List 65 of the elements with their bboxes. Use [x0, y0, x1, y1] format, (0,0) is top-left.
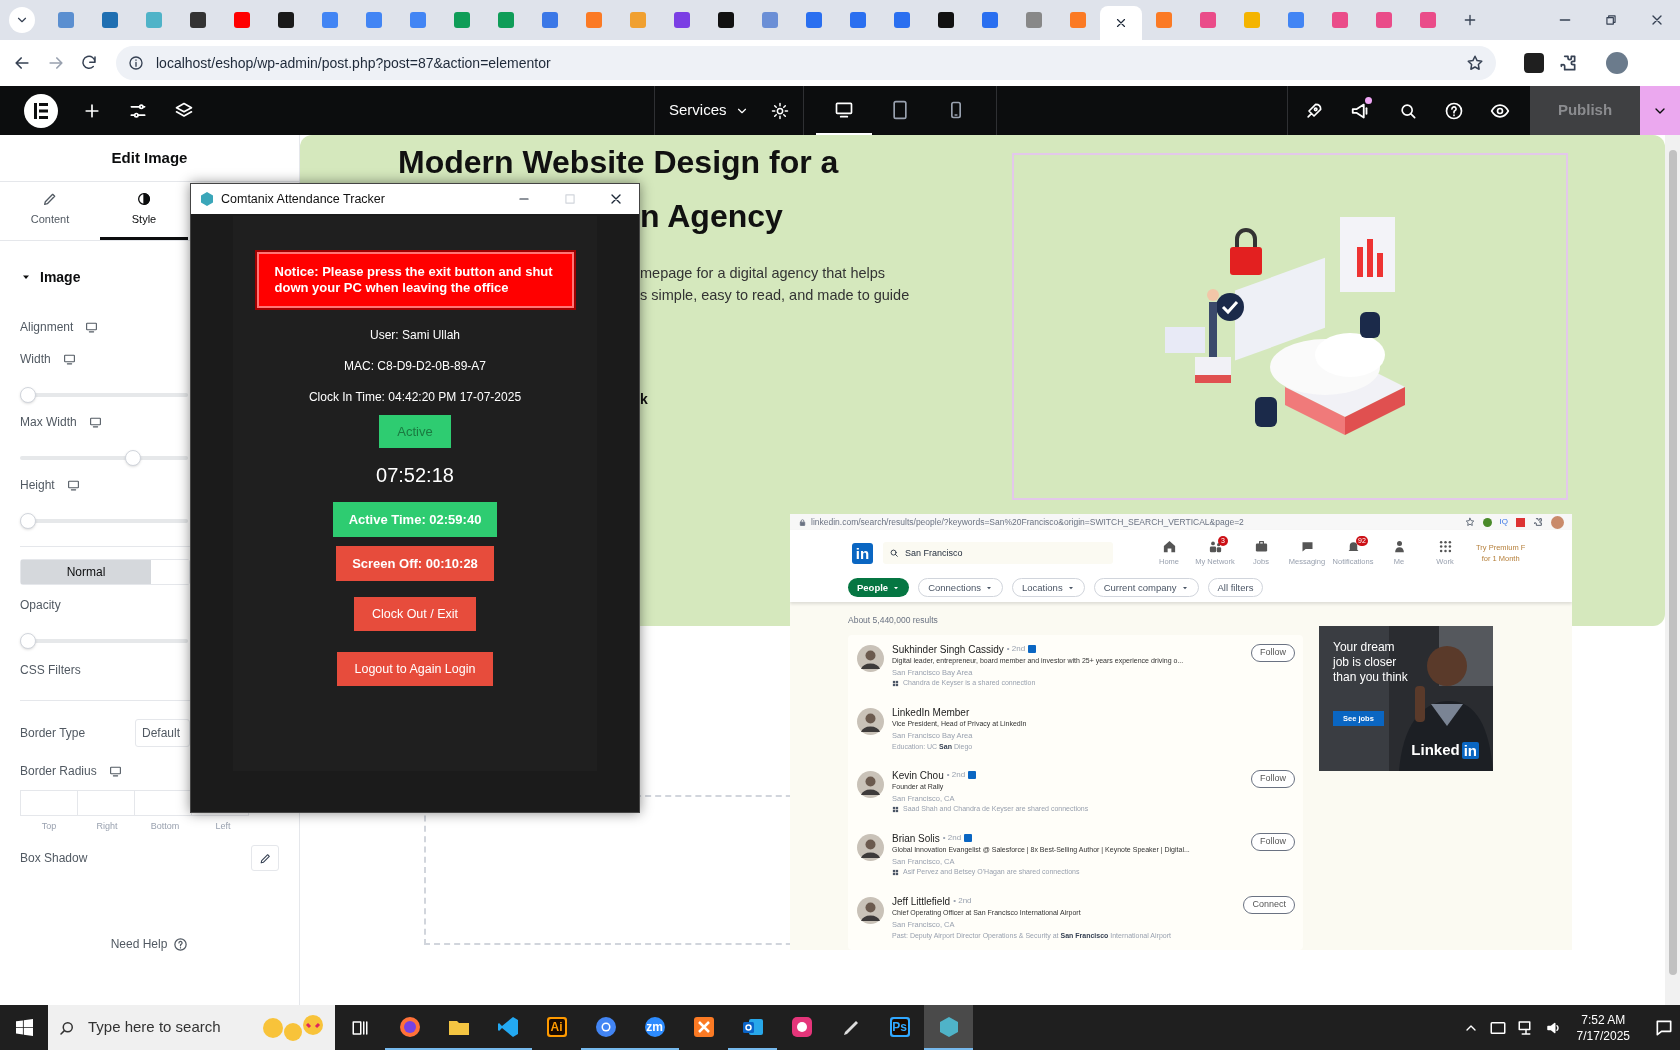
- notice-banner: Notice: Please press the exit button and shut down your PC when leaving the office: [256, 252, 574, 308]
- ad-text: Your dream job is closer than you think: [1333, 640, 1409, 686]
- address-bar[interactable]: localhost/eshop/wp-admin/post.php?post=87&action=elementor: [116, 46, 1496, 80]
- dimension-label: Left: [214, 819, 232, 833]
- logout-button[interactable]: Logout to Again Login: [336, 652, 494, 686]
- connection-degree: • 2nd: [946, 769, 966, 781]
- state-tab[interactable]: Normal: [21, 560, 151, 584]
- url-text: linkedin.com/search/results/people/?keywords=San%20Francisco&origin=SWITCH_SEARCH_VERTICAL&page=2: [811, 515, 1244, 529]
- window-title: Comtanix Attendance Tracker: [221, 190, 385, 208]
- info-text: User: Sami Ullah: [370, 327, 460, 343]
- connect-button[interactable]: Connect: [1243, 896, 1295, 914]
- person-name[interactable]: Jeff Littlefield: [892, 893, 951, 909]
- control-label: Max Width: [20, 414, 77, 431]
- results-count: About 5,440,000 results: [848, 614, 939, 627]
- help-link[interactable]: Need Help: [110, 935, 168, 953]
- clock[interactable]: 7:52 AM 7/17/2025: [1576, 1011, 1630, 1044]
- control-label: Border Type: [20, 725, 87, 742]
- control-label: Alignment: [20, 319, 74, 336]
- panel-tab[interactable]: Content: [0, 182, 100, 240]
- hero-text: mepage for a digital agency that helps s simple, easy to read, and made to guide: [640, 264, 910, 305]
- extension-label[interactable]: IQ: [1499, 516, 1508, 529]
- taskbar-app[interactable]: Ai: [532, 1005, 581, 1050]
- clock-text: 07:52:18: [376, 463, 454, 487]
- filter-pill[interactable]: All filters: [1207, 578, 1264, 598]
- control-label: Height: [20, 477, 55, 494]
- info-text: Clock In Time: 04:42:20 PM 17-07-2025: [308, 389, 522, 405]
- page-menu[interactable]: Services: [669, 99, 749, 122]
- taskbar-search-field[interactable]: Type here to search: [48, 1005, 335, 1050]
- control-label: Box Shadow: [20, 850, 88, 867]
- hero-heading: Modern Website Design for a: [398, 145, 839, 179]
- panel-title: Edit Image: [0, 135, 299, 182]
- clock-out-button[interactable]: Clock Out / Exit: [353, 597, 477, 631]
- hero-button-text[interactable]: k: [640, 389, 648, 410]
- connection-degree: • 2nd: [942, 832, 962, 844]
- ad-brand: Linked in: [1411, 739, 1479, 761]
- filter-pill[interactable]: Connections: [918, 578, 1003, 598]
- person-name[interactable]: Kevin Chou: [892, 767, 944, 783]
- filter-pill[interactable]: People: [848, 578, 910, 598]
- control-label: Border Radius: [20, 763, 97, 781]
- url-text: localhost/eshop/wp-admin/post.php?post=87&action=elementor: [156, 53, 551, 73]
- dimension-label: Top: [40, 819, 58, 833]
- person-name[interactable]: Sukhinder Singh Cassidy: [892, 641, 1004, 657]
- section-header[interactable]: Image: [20, 264, 81, 290]
- control-label: CSS Filters: [20, 662, 81, 679]
- person-name[interactable]: LinkedIn Member: [892, 704, 970, 720]
- search-field[interactable]: San Francisco: [883, 542, 1113, 565]
- dimension-label: Right: [95, 819, 119, 833]
- taskbar-app[interactable]: Ps: [875, 1005, 924, 1050]
- dimension-label: Bottom: [149, 819, 181, 833]
- hero-heading: n Agency: [640, 197, 783, 236]
- status-badge: Active: [379, 415, 451, 448]
- filter-pill[interactable]: Current company: [1093, 578, 1199, 598]
- follow-button[interactable]: Follow: [1251, 770, 1295, 788]
- control-label: Width: [20, 351, 51, 368]
- connection-degree: • 2nd: [953, 895, 972, 907]
- stat-badge: Screen Off: 00:10:28: [336, 546, 494, 581]
- stat-badge: Active Time: 02:59:40: [332, 502, 498, 537]
- logo-icon[interactable]: in: [852, 542, 873, 564]
- control-label: Opacity: [20, 597, 61, 614]
- follow-button[interactable]: Follow: [1251, 833, 1295, 851]
- filter-pill[interactable]: Locations: [1011, 578, 1085, 598]
- connection-degree: • 2nd: [1006, 643, 1026, 655]
- follow-button[interactable]: Follow: [1251, 644, 1295, 662]
- person-name[interactable]: Brian Solis: [892, 830, 940, 846]
- info-text: MAC: C8-D9-D2-0B-89-A7: [343, 358, 486, 374]
